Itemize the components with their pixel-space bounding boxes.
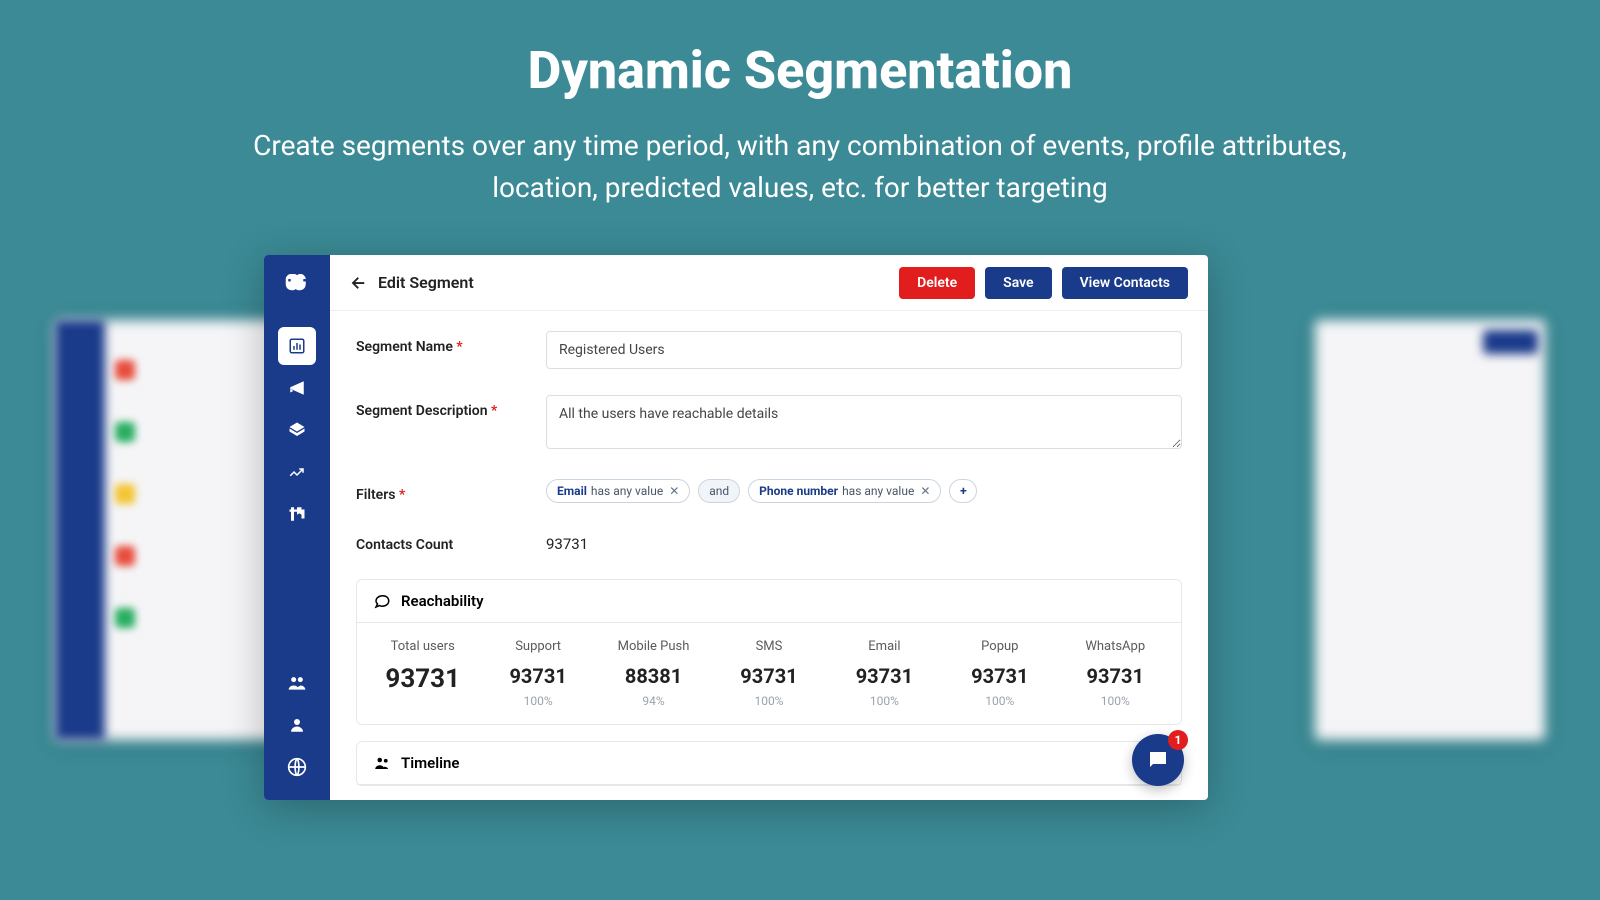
reach-whatsapp: WhatsApp 93731 100% [1058, 639, 1173, 708]
timeline-section: Timeline [356, 741, 1182, 786]
segment-name-label: Segment Name * [356, 331, 546, 355]
close-icon[interactable]: ✕ [920, 484, 930, 498]
chat-badge: 1 [1168, 730, 1188, 750]
nav-profile-icon[interactable] [278, 706, 316, 744]
hero-subtitle: Create segments over any time period, wi… [200, 125, 1400, 209]
nav-team-icon[interactable] [278, 664, 316, 702]
nav-analytics-icon[interactable] [278, 453, 316, 491]
view-contacts-button[interactable]: View Contacts [1062, 267, 1188, 299]
add-filter-button[interactable]: + [949, 479, 977, 503]
sidebar [264, 255, 330, 800]
background-screenshot-left-items [115, 360, 135, 670]
reachability-title: Reachability [401, 592, 484, 610]
main-panel: Edit Segment Delete Save View Contacts S… [330, 255, 1208, 800]
users-icon [373, 754, 391, 772]
timeline-title: Timeline [401, 754, 459, 772]
nav-templates-icon[interactable] [278, 495, 316, 533]
filters-label: Filters * [356, 479, 546, 503]
chat-widget-button[interactable]: 1 [1132, 734, 1184, 786]
filter-chip-phone[interactable]: Phone number has any value ✕ [748, 479, 941, 503]
app-window: Edit Segment Delete Save View Contacts S… [264, 255, 1208, 800]
reach-support: Support 93731 100% [480, 639, 595, 708]
filter-join-and: and [698, 479, 740, 503]
delete-button[interactable]: Delete [899, 267, 975, 299]
page-title: Edit Segment [378, 273, 474, 292]
app-logo-icon [282, 269, 312, 299]
back-button[interactable]: Edit Segment [350, 273, 474, 292]
filter-chip-email[interactable]: Email has any value ✕ [546, 479, 690, 503]
arrow-left-icon [350, 274, 368, 292]
nav-dashboard-icon[interactable] [278, 327, 316, 365]
background-screenshot-right [1315, 320, 1545, 740]
contacts-count-value: 93731 [546, 529, 1182, 553]
segment-desc-input[interactable]: All the users have reachable details [546, 395, 1182, 449]
segment-desc-label: Segment Description * [356, 395, 546, 419]
background-screenshot-left-sidebar [55, 320, 105, 740]
reach-sms: SMS 93731 100% [711, 639, 826, 708]
reach-total: Total users 93731 [365, 639, 480, 708]
reachability-section: Reachability Total users 93731 Support 9… [356, 579, 1182, 725]
background-screenshot-right-button [1483, 330, 1538, 354]
close-icon[interactable]: ✕ [669, 484, 679, 498]
contacts-count-label: Contacts Count [356, 529, 546, 553]
chat-bubble-icon [373, 592, 391, 610]
nav-segments-icon[interactable] [278, 411, 316, 449]
hero-title: Dynamic Segmentation [0, 40, 1600, 101]
reach-mobile-push: Mobile Push 88381 94% [596, 639, 711, 708]
save-button[interactable]: Save [985, 267, 1051, 299]
reach-popup: Popup 93731 100% [942, 639, 1057, 708]
segment-name-input[interactable] [546, 331, 1182, 369]
topbar: Edit Segment Delete Save View Contacts [330, 255, 1208, 311]
nav-campaigns-icon[interactable] [278, 369, 316, 407]
reach-email: Email 93731 100% [827, 639, 942, 708]
nav-globe-icon[interactable] [278, 748, 316, 786]
